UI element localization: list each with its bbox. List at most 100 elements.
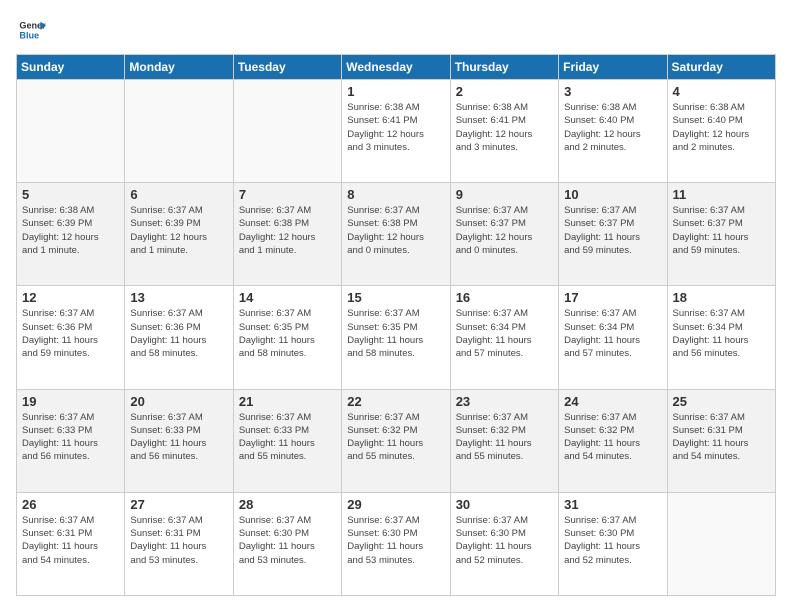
day-cell: 9 Sunrise: 6:37 AMSunset: 6:37 PMDaylight… — [450, 183, 558, 286]
day-cell: 11 Sunrise: 6:37 AMSunset: 6:37 PMDayligh… — [667, 183, 775, 286]
day-number: 23 — [456, 394, 553, 409]
day-number: 17 — [564, 290, 661, 305]
day-cell — [667, 492, 775, 595]
day-cell: 10Sunrise: 6:37 AMSunset: 6:37 PMDayligh… — [559, 183, 667, 286]
day-cell: 31 Sunrise: 6:37 AMSunset: 6:30 PMDayligh… — [559, 492, 667, 595]
day-info: Sunrise: 6:37 AMSunset: 6:37 PMDaylight:… — [456, 204, 553, 257]
week-row-2: 5 Sunrise: 6:38 AMSunset: 6:39 PMDaylight… — [17, 183, 776, 286]
weekday-thursday: Thursday — [450, 55, 558, 80]
day-info: Sunrise: 6:37 AMSunset: 6:37 PMDaylight:… — [564, 204, 661, 257]
calendar-table: SundayMondayTuesdayWednesdayThursdayFrid… — [16, 54, 776, 596]
day-number: 19 — [22, 394, 119, 409]
day-info: Sunrise: 6:37 AMSunset: 6:35 PMDaylight:… — [239, 307, 336, 360]
day-number: 3 — [564, 84, 661, 99]
day-cell: 27 Sunrise: 6:37 AMSunset: 6:31 PMDayligh… — [125, 492, 233, 595]
day-info: Sunrise: 6:38 AMSunset: 6:40 PMDaylight:… — [564, 101, 661, 154]
day-info: Sunrise: 6:37 AMSunset: 6:31 PMDaylight:… — [673, 411, 770, 464]
day-cell: 14 Sunrise: 6:37 AMSunset: 6:35 PMDayligh… — [233, 286, 341, 389]
day-info: Sunrise: 6:37 AMSunset: 6:31 PMDaylight:… — [22, 514, 119, 567]
day-cell: 28Sunrise: 6:37 AMSunset: 6:30 PMDayligh… — [233, 492, 341, 595]
day-cell: 4 Sunrise: 6:38 AMSunset: 6:40 PMDaylight… — [667, 80, 775, 183]
day-cell: 2Sunrise: 6:38 AMSunset: 6:41 PMDaylight… — [450, 80, 558, 183]
day-number: 4 — [673, 84, 770, 99]
day-info: Sunrise: 6:37 AMSunset: 6:30 PMDaylight:… — [456, 514, 553, 567]
day-number: 13 — [130, 290, 227, 305]
logo-icon: General Blue — [18, 16, 46, 44]
day-cell: 5 Sunrise: 6:38 AMSunset: 6:39 PMDaylight… — [17, 183, 125, 286]
day-cell: 23 Sunrise: 6:37 AMSunset: 6:32 PMDayligh… — [450, 389, 558, 492]
day-cell: 12 Sunrise: 6:37 AMSunset: 6:36 PMDayligh… — [17, 286, 125, 389]
day-info: Sunrise: 6:37 AMSunset: 6:33 PMDaylight:… — [239, 411, 336, 464]
day-number: 8 — [347, 187, 444, 202]
day-info: Sunrise: 6:38 AMSunset: 6:39 PMDaylight:… — [22, 204, 119, 257]
day-cell: 13Sunrise: 6:37 AMSunset: 6:36 PMDayligh… — [125, 286, 233, 389]
day-number: 22 — [347, 394, 444, 409]
day-cell: 20 Sunrise: 6:37 AMSunset: 6:33 PMDayligh… — [125, 389, 233, 492]
day-cell: 26 Sunrise: 6:37 AMSunset: 6:31 PMDayligh… — [17, 492, 125, 595]
day-number: 30 — [456, 497, 553, 512]
day-cell: 7 Sunrise: 6:37 AMSunset: 6:38 PMDaylight… — [233, 183, 341, 286]
svg-text:Blue: Blue — [19, 30, 39, 40]
day-number: 16 — [456, 290, 553, 305]
weekday-sunday: Sunday — [17, 55, 125, 80]
day-number: 26 — [22, 497, 119, 512]
day-number: 20 — [130, 394, 227, 409]
day-number: 24 — [564, 394, 661, 409]
day-info: Sunrise: 6:37 AMSunset: 6:36 PMDaylight:… — [22, 307, 119, 360]
day-cell: 17 Sunrise: 6:37 AMSunset: 6:34 PMDayligh… — [559, 286, 667, 389]
weekday-wednesday: Wednesday — [342, 55, 450, 80]
day-cell — [17, 80, 125, 183]
day-number: 14 — [239, 290, 336, 305]
day-cell: 29Sunrise: 6:37 AMSunset: 6:30 PMDayligh… — [342, 492, 450, 595]
day-cell: 19 Sunrise: 6:37 AMSunset: 6:33 PMDayligh… — [17, 389, 125, 492]
day-number: 1 — [347, 84, 444, 99]
day-cell: 24 Sunrise: 6:37 AMSunset: 6:32 PMDayligh… — [559, 389, 667, 492]
day-cell: 3 Sunrise: 6:38 AMSunset: 6:40 PMDaylight… — [559, 80, 667, 183]
day-number: 7 — [239, 187, 336, 202]
day-info: Sunrise: 6:37 AMSunset: 6:32 PMDaylight:… — [347, 411, 444, 464]
day-number: 9 — [456, 187, 553, 202]
day-number: 2 — [456, 84, 553, 99]
day-info: Sunrise: 6:37 AMSunset: 6:30 PMDaylight:… — [564, 514, 661, 567]
day-number: 6 — [130, 187, 227, 202]
day-number: 11 — [673, 187, 770, 202]
day-cell: 30 Sunrise: 6:37 AMSunset: 6:30 PMDayligh… — [450, 492, 558, 595]
week-row-3: 12 Sunrise: 6:37 AMSunset: 6:36 PMDayligh… — [17, 286, 776, 389]
week-row-5: 26 Sunrise: 6:37 AMSunset: 6:31 PMDayligh… — [17, 492, 776, 595]
day-info: Sunrise: 6:37 AMSunset: 6:32 PMDaylight:… — [456, 411, 553, 464]
day-info: Sunrise: 6:37 AMSunset: 6:34 PMDaylight:… — [456, 307, 553, 360]
day-info: Sunrise: 6:37 AMSunset: 6:38 PMDaylight:… — [239, 204, 336, 257]
day-info: Sunrise: 6:37 AMSunset: 6:38 PMDaylight:… — [347, 204, 444, 257]
day-info: Sunrise: 6:37 AMSunset: 6:33 PMDaylight:… — [130, 411, 227, 464]
day-number: 21 — [239, 394, 336, 409]
day-info: Sunrise: 6:37 AMSunset: 6:34 PMDaylight:… — [673, 307, 770, 360]
day-info: Sunrise: 6:37 AMSunset: 6:31 PMDaylight:… — [130, 514, 227, 567]
day-info: Sunrise: 6:37 AMSunset: 6:30 PMDaylight:… — [347, 514, 444, 567]
day-info: Sunrise: 6:38 AMSunset: 6:40 PMDaylight:… — [673, 101, 770, 154]
day-info: Sunrise: 6:37 AMSunset: 6:39 PMDaylight:… — [130, 204, 227, 257]
day-info: Sunrise: 6:37 AMSunset: 6:32 PMDaylight:… — [564, 411, 661, 464]
day-info: Sunrise: 6:37 AMSunset: 6:30 PMDaylight:… — [239, 514, 336, 567]
day-cell: 1 Sunrise: 6:38 AMSunset: 6:41 PMDaylight… — [342, 80, 450, 183]
weekday-tuesday: Tuesday — [233, 55, 341, 80]
weekday-monday: Monday — [125, 55, 233, 80]
weekday-friday: Friday — [559, 55, 667, 80]
day-number: 12 — [22, 290, 119, 305]
day-info: Sunrise: 6:37 AMSunset: 6:34 PMDaylight:… — [564, 307, 661, 360]
day-number: 5 — [22, 187, 119, 202]
day-info: Sunrise: 6:37 AMSunset: 6:37 PMDaylight:… — [673, 204, 770, 257]
day-number: 18 — [673, 290, 770, 305]
logo: General Blue — [16, 16, 50, 44]
weekday-header-row: SundayMondayTuesdayWednesdayThursdayFrid… — [17, 55, 776, 80]
day-cell: 18 Sunrise: 6:37 AMSunset: 6:34 PMDayligh… — [667, 286, 775, 389]
day-number: 25 — [673, 394, 770, 409]
day-number: 27 — [130, 497, 227, 512]
day-info: Sunrise: 6:37 AMSunset: 6:33 PMDaylight:… — [22, 411, 119, 464]
day-cell: 15Sunrise: 6:37 AMSunset: 6:35 PMDayligh… — [342, 286, 450, 389]
day-number: 31 — [564, 497, 661, 512]
page: General Blue SundayMondayTuesdayWednesda… — [0, 0, 792, 612]
day-cell — [125, 80, 233, 183]
day-info: Sunrise: 6:38 AMSunset: 6:41 PMDaylight:… — [347, 101, 444, 154]
week-row-1: 1 Sunrise: 6:38 AMSunset: 6:41 PMDaylight… — [17, 80, 776, 183]
week-row-4: 19 Sunrise: 6:37 AMSunset: 6:33 PMDayligh… — [17, 389, 776, 492]
